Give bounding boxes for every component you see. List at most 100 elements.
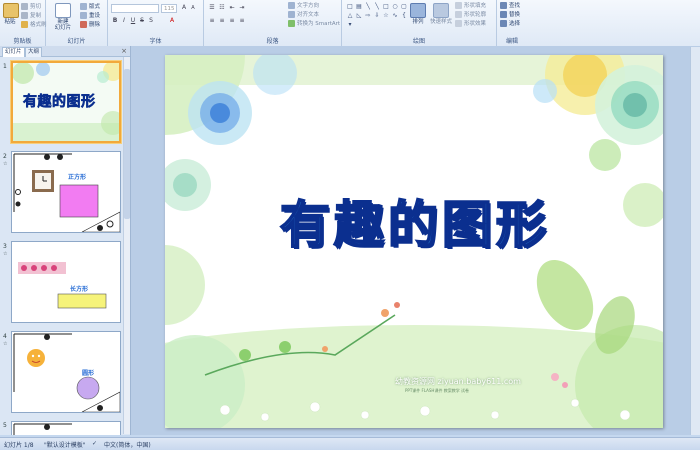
align-right-icon[interactable]: ≡ (228, 17, 236, 25)
quick-styles-icon (433, 3, 449, 18)
scissors-icon (21, 2, 28, 10)
format-painter-button[interactable]: 格式刷 (21, 20, 47, 28)
more-shapes-icon[interactable]: ▾ (346, 21, 354, 28)
main-slide[interactable]: 有趣的图形 幼教资源网 ziyuan.baby611.com PPT课件 FLA… (165, 55, 663, 428)
reset-icon (80, 11, 87, 19)
arrange-button[interactable]: 排列 (410, 3, 426, 25)
justify-icon[interactable]: ≡ (238, 17, 246, 25)
new-slide-button[interactable]: 新建 幻灯片 (54, 3, 72, 31)
align-text-button[interactable]: 对齐文本 (288, 10, 319, 18)
reset-button[interactable]: 重设 (80, 11, 100, 19)
textbox-shape-icon[interactable]: ▤ (355, 3, 363, 10)
spellcheck-icon[interactable]: ✓ (92, 440, 97, 447)
status-bar: 幻灯片 1/8 "默认设计模板" ✓ 中文(简体，中国) (0, 437, 700, 450)
shape-outline-button[interactable]: 形状轮廓 (455, 10, 486, 18)
font-group-label: 字体 (149, 38, 162, 45)
slide-thumbnail-2[interactable]: 正方形 (11, 151, 121, 233)
watermark-subtext: PPT课件 FLASH课件 教案教学 试卷 (405, 388, 469, 393)
layout-icon (80, 2, 87, 10)
drawing-group-label: 绘图 (412, 38, 425, 45)
thumb-number: 5 (3, 422, 7, 429)
underline-icon[interactable]: U (129, 17, 137, 25)
thumb-2-art (13, 153, 120, 232)
line2-shape-icon[interactable]: ╲ (373, 3, 381, 10)
rect2-shape-icon[interactable]: □ (382, 3, 390, 10)
theme-status: "默认设计模板" (44, 442, 86, 449)
rtriangle-shape-icon[interactable]: ◺ (355, 12, 363, 19)
text-direction-icon (288, 1, 295, 9)
smartart-button[interactable]: 转换为 SmartArt (288, 19, 340, 27)
thumb-number: 3 (3, 243, 7, 250)
font-size-field[interactable]: 115 (161, 4, 177, 13)
slide-thumbnail-5[interactable] (11, 421, 121, 435)
slide-thumbnail-3[interactable]: 长方形 (11, 241, 121, 323)
paste-button[interactable]: 粘贴 (3, 3, 19, 25)
thumb-number: 2 (3, 153, 7, 160)
quick-styles-button[interactable]: 快速样式 (430, 3, 452, 25)
align-left-icon[interactable]: ≡ (208, 17, 216, 25)
editor-scrollbar[interactable] (690, 47, 700, 435)
rounded-rect-shape-icon[interactable]: ▢ (400, 3, 408, 10)
ribbon: 粘贴 剪切 复制 格式刷 剪贴板 新建 幻灯片 版式 重设 删除 幻灯片 115… (0, 0, 700, 47)
drawing-group: □ ▤ ╲ ╲ □ ○ ▢ △ ◺ ⇨ ⇩ ☆ ∿ { ▾ 排列 快速样式 形状… (342, 0, 497, 46)
shrink-font-icon[interactable]: A (189, 4, 197, 12)
numbering-icon[interactable]: ☷ (218, 4, 226, 12)
strikethrough-icon[interactable]: S (138, 17, 146, 25)
paste-icon (3, 3, 19, 18)
grow-font-icon[interactable]: A (180, 4, 188, 12)
slide-thumbnail-pane: 幻灯片 大纲 × 1 有趣的图形 2 ☆ 正方形 3 ☆ 长方形 4 ☆ 圆形 … (0, 46, 131, 435)
brush-icon (21, 20, 28, 28)
watermark-text: 幼教资源网 ziyuan.baby611.com (395, 377, 521, 386)
copy-button[interactable]: 复制 (21, 11, 41, 19)
thumb-1-title: 有趣的图形 (23, 94, 96, 111)
bullets-icon[interactable]: ☰ (208, 4, 216, 12)
shape-effects-button[interactable]: 形状效果 (455, 19, 486, 27)
thumb-3-art (18, 262, 107, 309)
italic-icon[interactable]: I (120, 17, 128, 25)
layout-button[interactable]: 版式 (80, 2, 100, 10)
pane-tabs: 幻灯片 大纲 × (0, 46, 130, 57)
star-shape-icon[interactable]: ☆ (382, 12, 390, 19)
font-color-icon[interactable]: A (168, 17, 176, 25)
bold-icon[interactable]: B (111, 17, 119, 25)
shadow-icon[interactable]: S (147, 17, 155, 25)
indent-increase-icon[interactable]: ⇥ (238, 4, 246, 12)
curve-shape-icon[interactable]: ∿ (391, 12, 399, 19)
indent-decrease-icon[interactable]: ⇤ (228, 4, 236, 12)
brace-shape-icon[interactable]: { (400, 12, 408, 19)
close-icon[interactable]: × (121, 47, 127, 55)
rectangle-shape-icon[interactable]: □ (346, 3, 354, 10)
slide-thumbnail-1[interactable]: 有趣的图形 (11, 61, 121, 143)
new-slide-icon (55, 3, 71, 18)
align-center-icon[interactable]: ≡ (218, 17, 226, 25)
tab-slides[interactable]: 幻灯片 (2, 47, 25, 57)
line-shape-icon[interactable]: ╲ (364, 3, 372, 10)
select-button[interactable]: 选择 (500, 19, 520, 27)
thumb-3-label: 长方形 (70, 286, 89, 293)
arrow-down-shape-icon[interactable]: ⇩ (373, 12, 381, 19)
thumb-2-label: 正方形 (68, 174, 87, 181)
arrow-right-shape-icon[interactable]: ⇨ (364, 12, 372, 19)
smartart-icon (288, 19, 295, 27)
replace-button[interactable]: 替换 (500, 10, 520, 18)
text-direction-button[interactable]: 文字方向 (288, 1, 319, 9)
align-text-icon (288, 10, 295, 18)
slide-title[interactable]: 有趣的图形 (215, 185, 615, 257)
thumb-number: 1 (3, 63, 7, 70)
shape-fill-button[interactable]: 形状填充 (455, 1, 486, 9)
cut-button[interactable]: 剪切 (21, 2, 41, 10)
delete-button[interactable]: 删除 (80, 20, 100, 28)
oval-shape-icon[interactable]: ○ (391, 3, 399, 10)
tab-outline[interactable]: 大纲 (25, 47, 43, 57)
binoculars-icon (500, 1, 507, 9)
slides-group: 新建 幻灯片 版式 重设 删除 幻灯片 (46, 0, 108, 46)
slide-thumbnail-4[interactable]: 圆形 (11, 331, 121, 413)
find-button[interactable]: 查找 (500, 1, 520, 9)
triangle-shape-icon[interactable]: △ (346, 12, 354, 19)
slides-group-label: 幻灯片 (67, 38, 86, 45)
editing-group: 查找 替换 选择 编辑 (497, 0, 527, 46)
scrollbar-thumb[interactable] (124, 69, 130, 219)
arrange-icon (410, 3, 426, 18)
font-name-field[interactable] (111, 4, 159, 13)
thumbnail-scrollbar[interactable] (123, 57, 130, 434)
